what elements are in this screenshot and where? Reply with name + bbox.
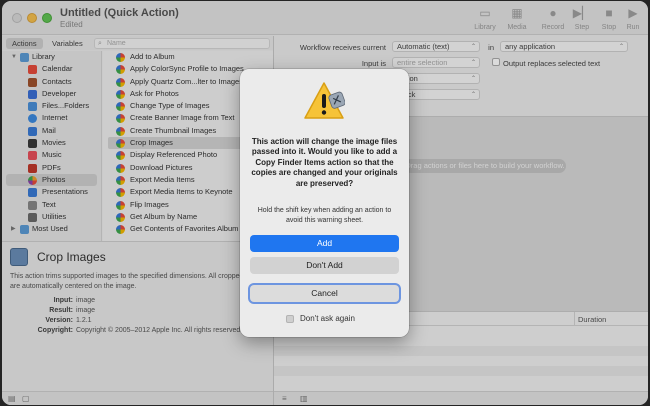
warning-icon — [304, 82, 345, 119]
cancel-button[interactable]: Cancel — [250, 285, 399, 302]
alert-sheet: This action will change the image files … — [240, 69, 409, 337]
dont-ask-again-label: Don't ask again — [300, 314, 355, 323]
checkbox-box[interactable] — [286, 315, 294, 323]
add-button[interactable]: Add — [250, 235, 399, 252]
dont-ask-again-checkbox[interactable]: Don't ask again — [286, 314, 355, 324]
alert-informative-text: Hold the shift key when adding an action… — [257, 207, 392, 224]
alert-message: This action will change the image files … — [251, 137, 398, 188]
dont-add-button[interactable]: Don't Add — [250, 257, 399, 274]
